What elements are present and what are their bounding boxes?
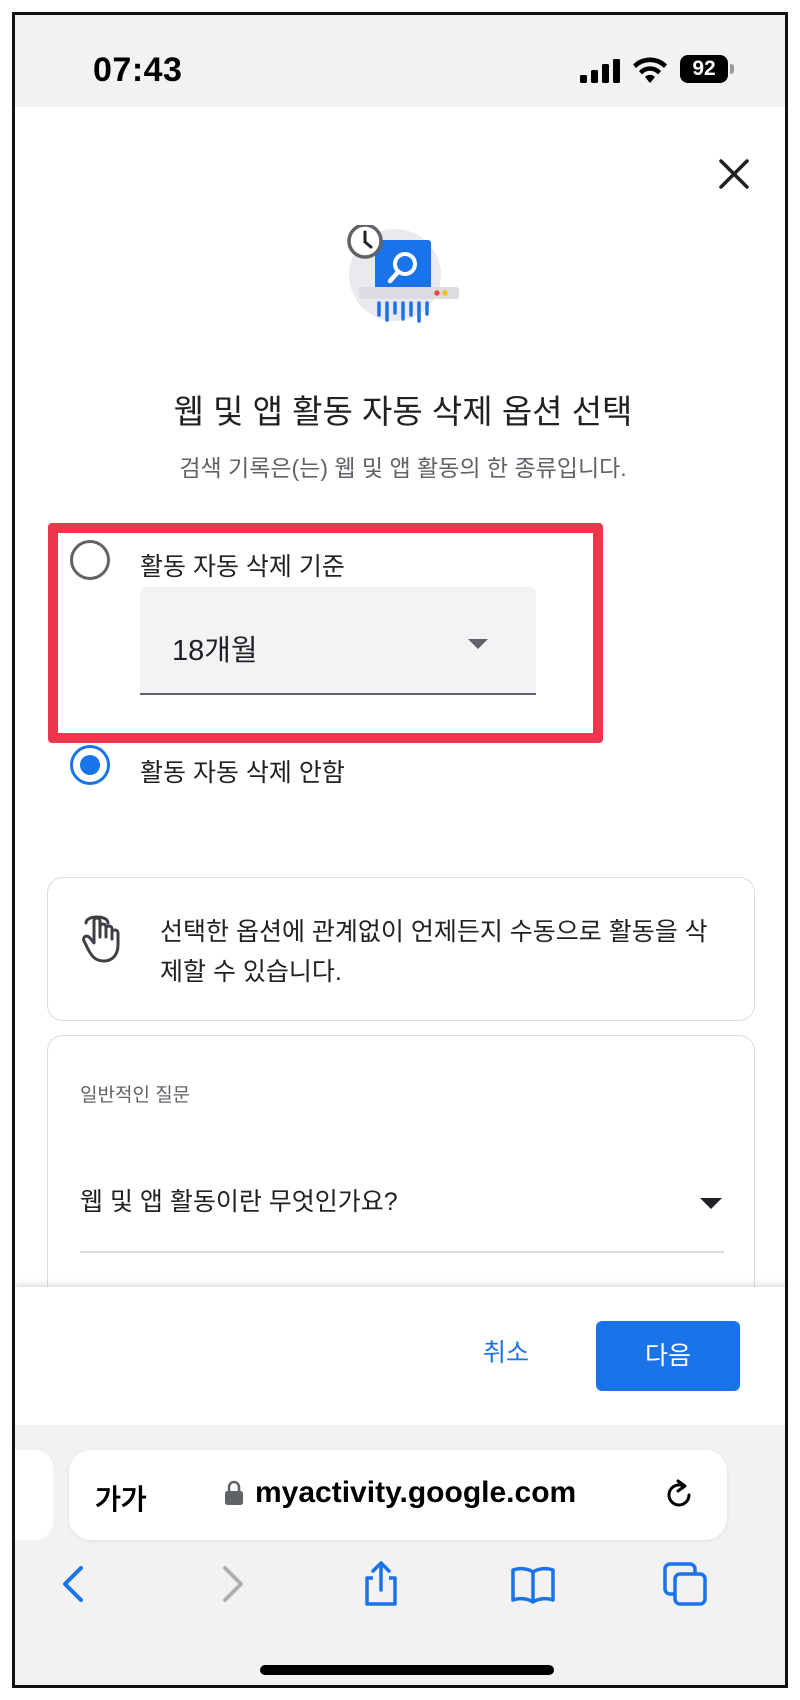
share-icon[interactable]	[357, 1560, 405, 1608]
cellular-signal-icon	[580, 59, 620, 83]
dialog-action-bar: 취소 다음	[15, 1287, 785, 1425]
auto-delete-label: 활동 자동 삭제 기준	[140, 553, 345, 581]
auto-delete-period-value: 18개월	[172, 635, 258, 667]
back-icon[interactable]	[51, 1560, 99, 1608]
close-icon[interactable]	[715, 155, 753, 193]
browser-chrome: 가가 myactivity.google.com	[15, 1425, 785, 1685]
faq-heading: 일반적인 질문	[80, 1085, 191, 1106]
auto-delete-radio[interactable]	[70, 540, 110, 580]
dropdown-arrow-icon	[468, 639, 488, 649]
expand-arrow-icon[interactable]	[700, 1198, 722, 1209]
url-text: myactivity.google.com	[255, 1476, 577, 1509]
font-size-button[interactable]: 가가	[95, 1478, 147, 1518]
info-card: 선택한 옵션에 관계없이 언제든지 수동으로 활동을 삭제할 수 있습니다.	[47, 877, 755, 1021]
status-time: 07:43	[93, 51, 183, 89]
cancel-button[interactable]: 취소	[483, 1333, 529, 1369]
tabs-icon[interactable]	[661, 1560, 709, 1608]
lock-icon	[225, 1480, 243, 1505]
no-auto-delete-label: 활동 자동 삭제 안함	[140, 759, 345, 787]
address-bar[interactable]: 가가 myactivity.google.com	[69, 1450, 727, 1540]
battery-level: 92	[680, 55, 728, 83]
wifi-icon	[633, 57, 667, 83]
dialog-title: 웹 및 앱 활동 자동 삭제 옵션 선택	[173, 393, 633, 430]
forward-icon[interactable]	[207, 1560, 255, 1608]
shredder-history-icon	[347, 225, 459, 323]
home-indicator[interactable]	[260, 1665, 554, 1675]
previous-tab-preview[interactable]	[15, 1450, 53, 1540]
bookmarks-icon[interactable]	[509, 1560, 557, 1608]
no-auto-delete-radio[interactable]	[70, 745, 110, 785]
info-text: 선택한 옵션에 관계없이 언제든지 수동으로 활동을 삭제할 수 있습니다.	[160, 918, 708, 986]
status-bar: 07:43 92	[15, 15, 785, 107]
battery-icon: 92	[680, 55, 734, 83]
dialog-subtitle: 검색 기록은(는) 웹 및 앱 활동의 한 종류입니다.	[179, 455, 627, 481]
reload-icon[interactable]	[661, 1477, 697, 1513]
auto-delete-period-select[interactable]: 18개월	[140, 587, 536, 695]
next-button[interactable]: 다음	[596, 1321, 740, 1391]
divider	[80, 1251, 724, 1253]
faq-question[interactable]: 웹 및 앱 활동이란 무엇인가요?	[80, 1182, 398, 1218]
hand-tap-icon	[82, 915, 120, 963]
phone-screen: 07:43 92 웹 및 앱 활동 자동 삭제 옵션 선택 검색 기록은(는) …	[12, 12, 788, 1688]
